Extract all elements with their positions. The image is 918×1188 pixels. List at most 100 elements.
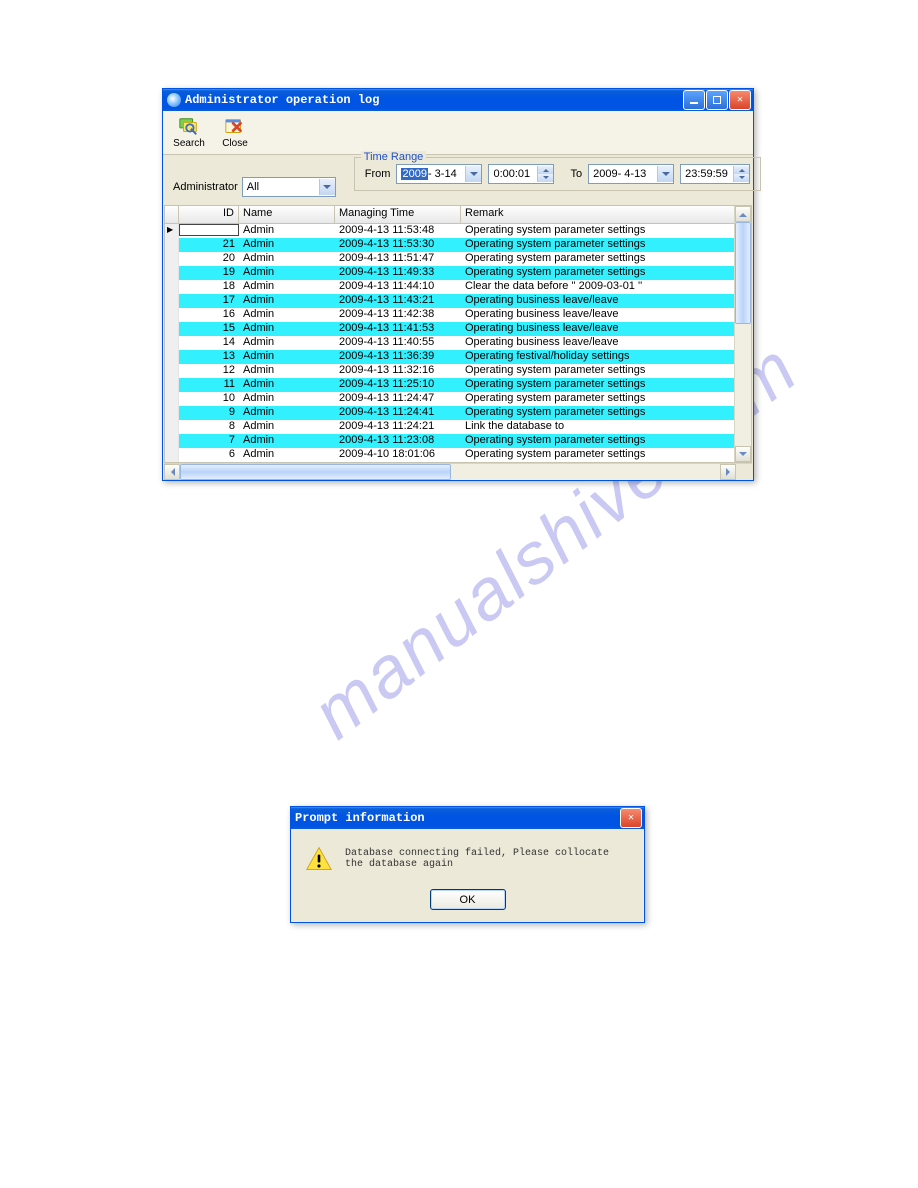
to-date-picker[interactable]: 2009- 4-13 (588, 164, 674, 184)
scroll-left-icon[interactable] (164, 464, 180, 480)
table-row[interactable]: 14Admin2009-4-13 11:40:55Operating busin… (165, 336, 735, 350)
from-time-spinner[interactable]: 0:00:01 (488, 164, 554, 184)
dialog-close-button[interactable] (620, 808, 642, 828)
horizontal-scrollbar[interactable] (164, 463, 752, 480)
ok-button[interactable]: OK (430, 889, 506, 910)
search-button[interactable]: Search (167, 113, 211, 152)
scroll-thumb[interactable] (735, 222, 751, 324)
cell-id: 13 (179, 350, 239, 364)
row-selector[interactable] (165, 448, 179, 462)
row-selector[interactable] (165, 280, 179, 294)
col-time[interactable]: Managing Time (335, 206, 461, 223)
cell-time: 2009-4-13 11:32:16 (335, 364, 461, 378)
cell-time: 2009-4-13 11:53:48 (335, 224, 461, 238)
table-row[interactable]: 12Admin2009-4-13 11:32:16Operating syste… (165, 364, 735, 378)
table-row[interactable]: 18Admin2009-4-13 11:44:10Clear the data … (165, 280, 735, 294)
row-selector[interactable] (165, 308, 179, 322)
cell-time: 2009-4-13 11:53:30 (335, 238, 461, 252)
cell-id: 21 (179, 238, 239, 252)
row-selector[interactable] (165, 294, 179, 308)
cell-remark: Operating system parameter settings (461, 392, 735, 406)
row-selector[interactable] (165, 224, 179, 238)
cell-id: 9 (179, 406, 239, 420)
table-row[interactable]: 16Admin2009-4-13 11:42:38Operating busin… (165, 308, 735, 322)
col-id[interactable]: ID (179, 206, 239, 223)
admin-label: Administrator (173, 181, 238, 193)
row-selector[interactable] (165, 238, 179, 252)
row-selector[interactable] (165, 364, 179, 378)
row-selector[interactable] (165, 378, 179, 392)
cell-time: 2009-4-13 11:49:33 (335, 266, 461, 280)
time-range-legend: Time Range (361, 151, 427, 163)
cell-time: 2009-4-13 11:41:53 (335, 322, 461, 336)
table-row[interactable]: 8Admin2009-4-13 11:24:21Link the databas… (165, 420, 735, 434)
cell-name: Admin (239, 238, 335, 252)
dialog-titlebar[interactable]: Prompt information (291, 807, 644, 829)
row-selector[interactable] (165, 322, 179, 336)
chevron-down-icon (657, 166, 673, 182)
col-remark[interactable]: Remark (461, 206, 735, 223)
cell-name: Admin (239, 350, 335, 364)
cell-time: 2009-4-13 11:25:10 (335, 378, 461, 392)
table-row[interactable]: 17Admin2009-4-13 11:43:21Operating busin… (165, 294, 735, 308)
grid-body: Admin2009-4-13 11:53:48Operating system … (165, 224, 735, 462)
cell-name: Admin (239, 280, 335, 294)
table-row[interactable]: 11Admin2009-4-13 11:25:10Operating syste… (165, 378, 735, 392)
close-tool-button[interactable]: Close (213, 113, 257, 152)
dialog-message: Database connecting failed, Please collo… (345, 848, 630, 870)
cell-time: 2009-4-13 11:43:21 (335, 294, 461, 308)
table-row[interactable]: 10Admin2009-4-13 11:24:47Operating syste… (165, 392, 735, 406)
row-selector[interactable] (165, 266, 179, 280)
cell-time: 2009-4-13 11:24:21 (335, 420, 461, 434)
row-selector[interactable] (165, 252, 179, 266)
maximize-button[interactable] (706, 90, 728, 110)
row-selector[interactable] (165, 392, 179, 406)
table-row[interactable]: 6Admin2009-4-10 18:01:06Operating system… (165, 448, 735, 462)
table-row[interactable]: 9Admin2009-4-13 11:24:41Operating system… (165, 406, 735, 420)
scroll-right-icon[interactable] (720, 464, 736, 480)
app-icon (167, 93, 181, 107)
scroll-up-icon[interactable] (735, 206, 751, 222)
table-row[interactable]: 19Admin2009-4-13 11:49:33Operating syste… (165, 266, 735, 280)
vertical-scrollbar[interactable] (734, 206, 751, 462)
row-selector[interactable] (165, 434, 179, 448)
grid-header: ID Name Managing Time Remark (165, 206, 735, 224)
col-selector[interactable] (165, 206, 179, 223)
titlebar[interactable]: Administrator operation log (163, 89, 753, 111)
col-name[interactable]: Name (239, 206, 335, 223)
minimize-button[interactable] (683, 90, 705, 110)
table-row[interactable]: 21Admin2009-4-13 11:53:30Operating syste… (165, 238, 735, 252)
close-button[interactable] (729, 90, 751, 110)
cell-time: 2009-4-13 11:42:38 (335, 308, 461, 322)
cell-id: 17 (179, 294, 239, 308)
row-selector[interactable] (165, 336, 179, 350)
admin-log-window: Administrator operation log Search Close… (162, 88, 754, 481)
admin-combo[interactable]: All (242, 177, 336, 197)
spin-down-icon[interactable] (538, 174, 553, 182)
cell-name: Admin (239, 336, 335, 350)
table-row[interactable]: 20Admin2009-4-13 11:51:47Operating syste… (165, 252, 735, 266)
cell-id: 11 (179, 378, 239, 392)
from-date-picker[interactable]: 2009- 3-14 (396, 164, 482, 184)
cell-remark: Operating system parameter settings (461, 266, 735, 280)
cell-remark: Operating festival/holiday settings (461, 350, 735, 364)
scroll-down-icon[interactable] (735, 446, 751, 462)
spin-down-icon[interactable] (734, 174, 749, 182)
row-selector[interactable] (165, 350, 179, 364)
chevron-down-icon (465, 166, 481, 182)
from-date-value: 2009- 3-14 (401, 168, 456, 180)
cell-time: 2009-4-13 11:36:39 (335, 350, 461, 364)
row-selector[interactable] (165, 420, 179, 434)
cell-id: 16 (179, 308, 239, 322)
table-row[interactable]: 7Admin2009-4-13 11:23:08Operating system… (165, 434, 735, 448)
table-row[interactable]: 13Admin2009-4-13 11:36:39Operating festi… (165, 350, 735, 364)
table-row[interactable]: 15Admin2009-4-13 11:41:53Operating busin… (165, 322, 735, 336)
table-row[interactable]: Admin2009-4-13 11:53:48Operating system … (165, 224, 735, 238)
spin-up-icon[interactable] (734, 166, 749, 174)
row-selector[interactable] (165, 406, 179, 420)
to-date-value: 2009- 4-13 (593, 168, 646, 180)
to-time-spinner[interactable]: 23:59:59 (680, 164, 750, 184)
cell-time: 2009-4-13 11:51:47 (335, 252, 461, 266)
spin-up-icon[interactable] (538, 166, 553, 174)
scroll-thumb-h[interactable] (180, 464, 451, 480)
